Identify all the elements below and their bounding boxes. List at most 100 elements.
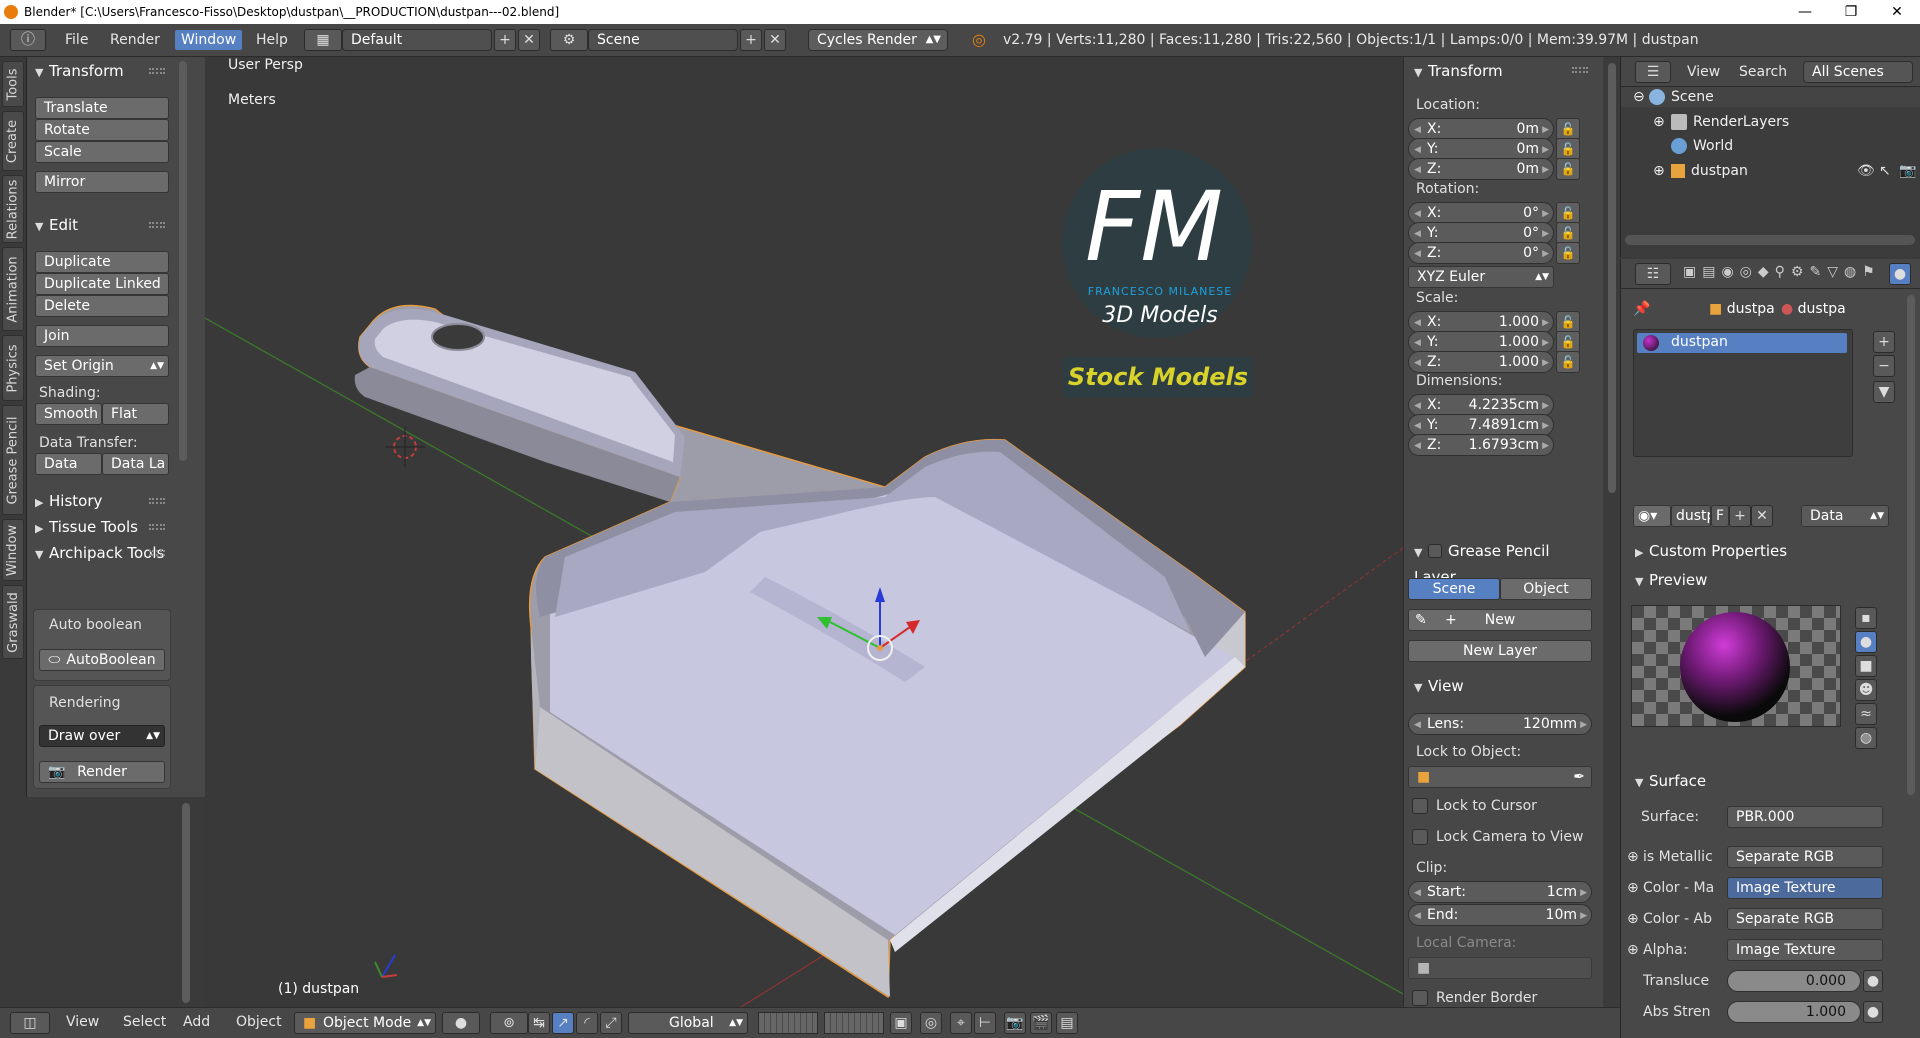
tab-animation[interactable]: Animation	[2, 247, 24, 331]
gp-new-button[interactable]: ✎ + New	[1408, 609, 1592, 631]
camera-render-icon[interactable]: 📷	[1899, 163, 1916, 179]
lock-icon[interactable]: 🔓	[1556, 158, 1580, 180]
outliner-item-dustpan[interactable]: dustpan	[1671, 163, 1748, 179]
render-button[interactable]: 📷 Render	[39, 761, 165, 783]
gp-layer-checkbox[interactable]	[1428, 543, 1442, 558]
is-metallic-input[interactable]: Separate RGB	[1727, 846, 1883, 868]
render-border-checkbox[interactable]	[1412, 990, 1428, 1006]
unlink-material-icon[interactable]: ✕	[1751, 505, 1773, 527]
gp-object-button[interactable]: Object	[1500, 578, 1592, 600]
remove-scene-icon[interactable]: ✕	[764, 29, 786, 51]
expand-icon[interactable]: ⊕	[1627, 849, 1639, 865]
duplicate-button[interactable]: Duplicate	[35, 251, 169, 273]
maximize-button[interactable]: ❐	[1828, 0, 1874, 24]
proportional-edit-icon[interactable]: ◎	[920, 1012, 942, 1034]
surface-header[interactable]: ▼ Surface	[1627, 769, 1907, 793]
layers-row-1[interactable]	[758, 1012, 818, 1034]
material-tab-icon[interactable]: ●	[1889, 263, 1911, 285]
properties-editor-icon[interactable]: ☷	[1635, 263, 1671, 285]
rotation-x-field[interactable]: ◀ X: 0° ▶	[1408, 202, 1554, 224]
tab-physics[interactable]: Physics	[2, 335, 24, 401]
edit-panel-header[interactable]: ▼ Edit	[27, 213, 173, 237]
view-panel-header[interactable]: ▼ View	[1406, 674, 1552, 698]
outliner-item-renderlayers[interactable]: RenderLayers	[1671, 114, 1789, 130]
location-x-field[interactable]: ◀ X: 0m ▶	[1408, 118, 1554, 140]
cursor-select-icon[interactable]: ↖	[1879, 163, 1891, 179]
location-y-field[interactable]: ◀ Y: 0m ▶	[1408, 138, 1554, 160]
snap-toggle-icon[interactable]: ⌖	[950, 1012, 972, 1034]
color-ab-input[interactable]: Separate RGB	[1727, 908, 1883, 930]
shade-flat-button[interactable]: Flat	[102, 403, 169, 425]
history-panel-header[interactable]: ▶ History	[27, 489, 173, 513]
lower-scrollbar[interactable]	[182, 803, 190, 1003]
viewport-shading-icon[interactable]: ●	[442, 1012, 480, 1034]
npanel-scrollbar[interactable]	[1608, 63, 1616, 493]
pivot-point-icon[interactable]: ⊚	[490, 1012, 528, 1034]
expand-icon[interactable]: ⊕	[1653, 114, 1665, 130]
data-transfer-button[interactable]: Data	[35, 453, 102, 475]
tab-grease-pencil[interactable]: Grease Pencil	[2, 405, 24, 515]
clip-end-field[interactable]: ◀ End: 10m ▶	[1408, 904, 1592, 926]
menu-window[interactable]: Window	[175, 30, 243, 50]
preview-header[interactable]: ▼ Preview	[1627, 568, 1907, 592]
material-link-select[interactable]: Data ▲▼	[1801, 505, 1889, 527]
manipulator-toggle-icon[interactable]: ↹	[528, 1012, 550, 1034]
rotate-manipulator-icon[interactable]: ◜	[576, 1012, 598, 1034]
opengl-anim-icon[interactable]: 🎬	[1030, 1012, 1052, 1034]
surface-shader-select[interactable]: PBR.000	[1727, 806, 1883, 828]
tab-relations[interactable]: Relations	[2, 175, 24, 243]
gp-scene-button[interactable]: Scene	[1408, 578, 1500, 600]
preview-cube-icon[interactable]: ■	[1855, 655, 1877, 677]
menu-add[interactable]: Add	[183, 1014, 210, 1030]
alpha-input[interactable]: Image Texture	[1727, 939, 1883, 961]
lock-icon[interactable]: 🔓	[1556, 351, 1580, 373]
opengl-render-icon[interactable]: 📷	[1004, 1012, 1026, 1034]
draw-over-select[interactable]: Draw over ▲▼	[39, 725, 165, 747]
tab-window[interactable]: Window	[2, 519, 24, 581]
outliner-search-menu[interactable]: Search	[1739, 64, 1787, 80]
preview-hair-icon[interactable]: ≈	[1855, 703, 1877, 725]
lock-camera-checkbox[interactable]	[1412, 829, 1428, 845]
remove-screen-icon[interactable]: ✕	[518, 29, 540, 51]
tab-create[interactable]: Create	[2, 111, 24, 171]
menu-render[interactable]: Render	[110, 32, 160, 48]
scale-y-field[interactable]: ◀ Y: 1.000 ▶	[1408, 331, 1554, 353]
mode-select[interactable]: ■ Object Mode ▲▼	[294, 1012, 436, 1034]
rotation-z-field[interactable]: ◀ Z: 0° ▶	[1408, 242, 1554, 264]
translate-manipulator-icon[interactable]: ↗	[552, 1012, 574, 1034]
abs-strength-slider[interactable]: 1.000	[1727, 1001, 1861, 1023]
tab-tools[interactable]: Tools	[2, 61, 24, 107]
close-button[interactable]: ✕	[1874, 0, 1920, 24]
scene-select[interactable]: Scene	[588, 29, 738, 51]
color-ma-input[interactable]: Image Texture	[1727, 877, 1883, 899]
scale-button[interactable]: Scale	[35, 141, 169, 163]
lock-icon[interactable]: 🔓	[1556, 331, 1580, 353]
3d-viewport[interactable]: User Persp Meters (1) dustpan FM FRANCES…	[205, 57, 1403, 1007]
drag-grip-icon[interactable]	[149, 498, 165, 504]
outliner-editor-icon[interactable]: ☰	[1635, 61, 1671, 83]
lens-field[interactable]: ◀ Lens: 120mm ▶	[1408, 713, 1592, 735]
socket-icon[interactable]: ●	[1863, 970, 1883, 992]
editor-type-3dview-icon[interactable]: ◫	[10, 1012, 50, 1034]
fake-user-button[interactable]: F	[1711, 505, 1729, 527]
add-screen-icon[interactable]: +	[494, 29, 516, 51]
drag-grip-icon[interactable]	[1572, 67, 1588, 73]
context-tabs-icons[interactable]: ▣▤◉◎◆⚲⚙✎▽◍⚑	[1683, 264, 1881, 280]
socket-icon[interactable]: ●	[1863, 1001, 1883, 1023]
scale-manipulator-icon[interactable]: ⤢	[600, 1012, 622, 1034]
expand-icon[interactable]: ⊕	[1653, 163, 1665, 179]
minimize-button[interactable]: —	[1782, 0, 1828, 24]
translucency-slider[interactable]: 0.000	[1727, 970, 1861, 992]
clip-start-field[interactable]: ◀ Start: 1cm ▶	[1408, 881, 1592, 903]
drag-grip-icon[interactable]	[149, 524, 165, 530]
lock-object-field[interactable]: ■ ✒	[1408, 766, 1592, 788]
screen-layout-select[interactable]: Default	[342, 29, 492, 51]
rotate-button[interactable]: Rotate	[35, 119, 169, 141]
menu-help[interactable]: Help	[256, 32, 288, 48]
translate-button[interactable]: Translate	[35, 97, 169, 119]
transform-panel-header[interactable]: ▼ Transform	[27, 59, 173, 83]
outliner-hscroll[interactable]	[1625, 235, 1915, 245]
scene-icon[interactable]: ⚙	[550, 29, 588, 51]
menu-object[interactable]: Object	[236, 1014, 282, 1030]
eye-icon[interactable]: 👁	[1857, 163, 1875, 179]
